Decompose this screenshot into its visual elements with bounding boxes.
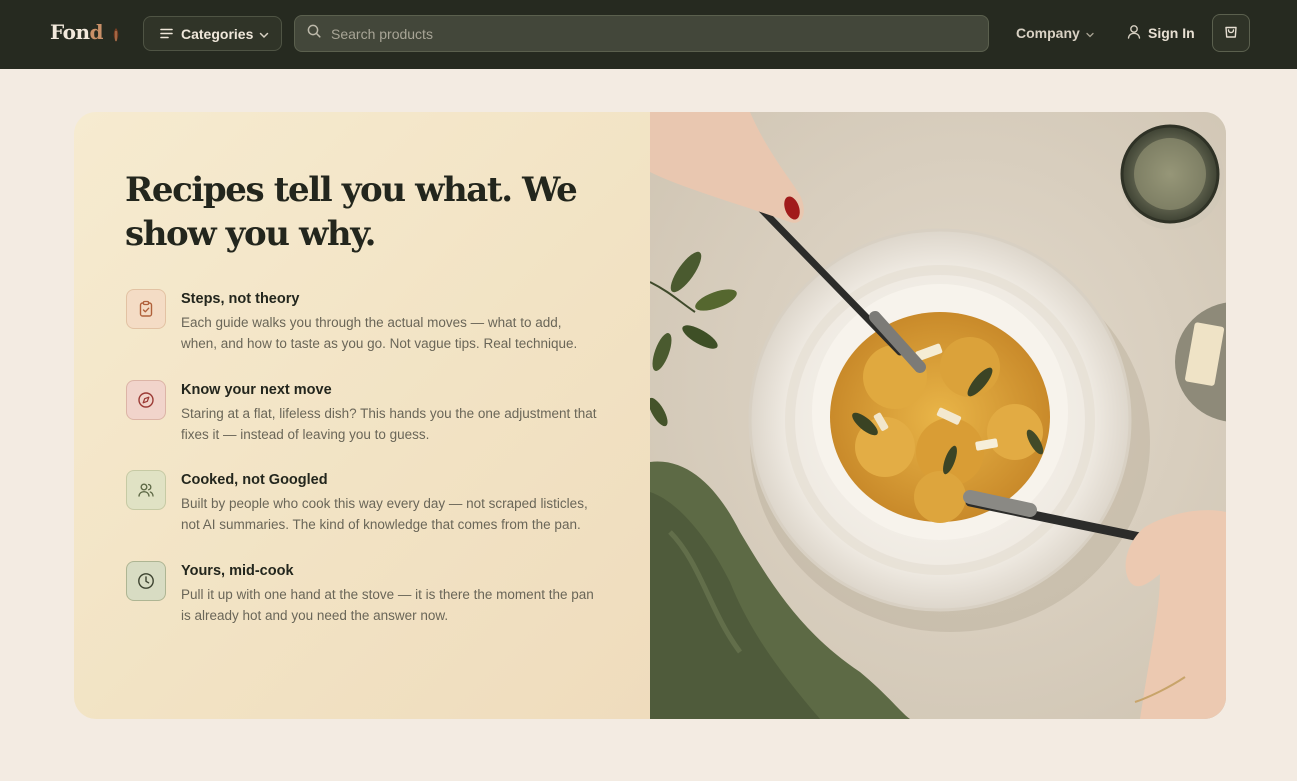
logo-text-accent: d: [89, 20, 104, 44]
categories-label: Categories: [181, 25, 254, 42]
categories-button[interactable]: Categories: [143, 16, 282, 51]
compass-icon: [126, 380, 166, 420]
feature-title: Yours, mid-cook: [181, 563, 294, 579]
leaf-icon: [111, 24, 121, 42]
company-menu[interactable]: Company: [1016, 25, 1094, 41]
feature-title: Cooked, not Googled: [181, 472, 328, 488]
top-navigation-bar: Fond Categories Company Sign In: [0, 0, 1297, 69]
chevron-down-icon: [259, 26, 269, 42]
shopping-bag-icon: [1223, 23, 1239, 44]
feature-description: Built by people who cook this way every …: [181, 496, 588, 532]
search-bar[interactable]: [294, 15, 989, 52]
feature-item: Cooked, not Googled Built by people who …: [126, 470, 606, 535]
user-icon: [1127, 24, 1141, 42]
feature-item: Steps, not theory Each guide walks you t…: [126, 289, 606, 354]
chevron-down-icon: [1086, 25, 1094, 41]
feature-title: Know your next move: [181, 382, 332, 398]
menu-icon: [160, 26, 173, 42]
feature-title: Steps, not theory: [181, 291, 300, 307]
logo-text: Fon: [50, 20, 90, 44]
clipboard-check-icon: [126, 289, 166, 329]
brand-logo[interactable]: Fon d: [50, 20, 121, 44]
feature-description: Each guide walks you through the actual …: [181, 315, 578, 351]
feature-item: Know your next move Staring at a flat, l…: [126, 380, 606, 445]
hero-headline: Recipes tell you what. We show you why.: [125, 170, 578, 254]
feature-item: Yours, mid-cook Pull it up with one hand…: [126, 561, 606, 626]
search-input[interactable]: [331, 25, 951, 42]
company-label: Company: [1016, 25, 1080, 41]
sign-in-label: Sign In: [1148, 25, 1195, 41]
feature-description: Staring at a flat, lifeless dish? This h…: [181, 406, 597, 442]
sign-in-link[interactable]: Sign In: [1127, 24, 1195, 42]
cart-button[interactable]: [1212, 14, 1250, 52]
clock-icon: [126, 561, 166, 601]
feature-description: Pull it up with one hand at the stove — …: [181, 587, 594, 623]
users-icon: [126, 470, 166, 510]
hero-text-panel: Recipes tell you what. We show you why. …: [74, 112, 650, 719]
hero-card: Recipes tell you what. We show you why. …: [74, 112, 1226, 719]
ravioli-plate-photo: [650, 112, 1226, 719]
search-icon: [307, 24, 321, 43]
